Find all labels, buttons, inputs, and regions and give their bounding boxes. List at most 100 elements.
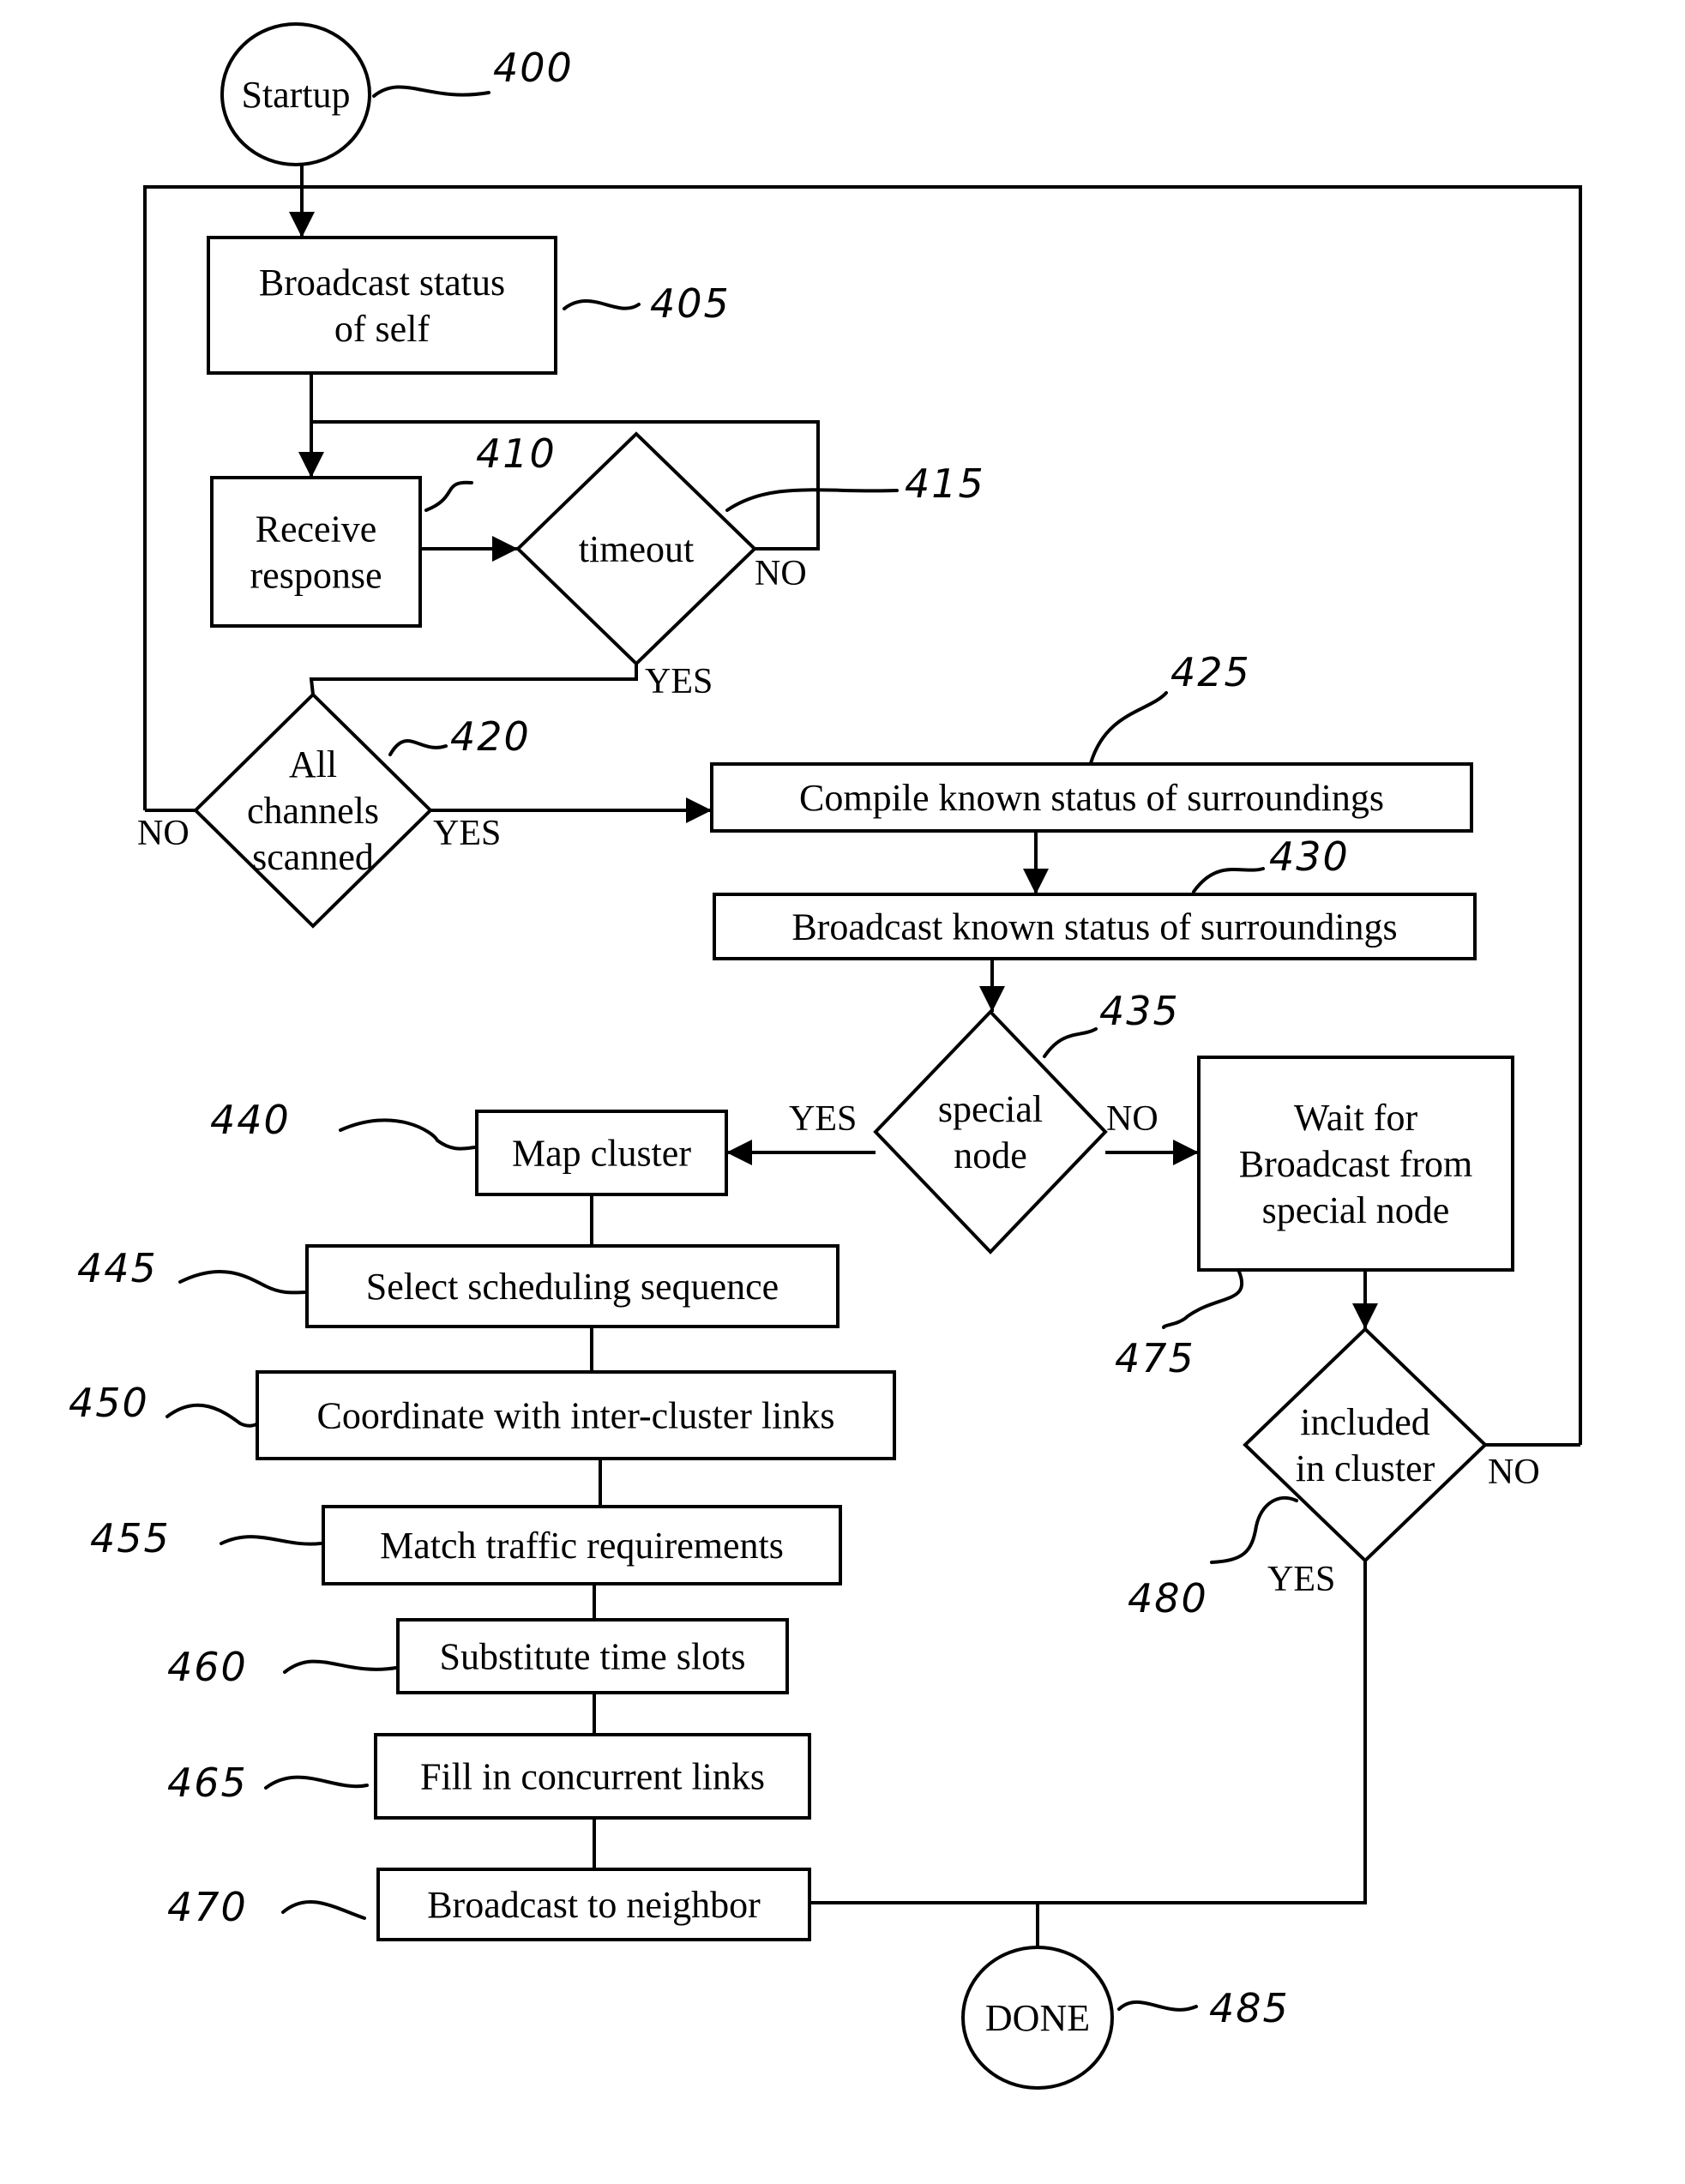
node-coordinate-links: Coordinate with inter-cluster links	[256, 1370, 896, 1460]
leader-line	[165, 1403, 259, 1428]
node-label: channels	[247, 790, 379, 832]
ref-number: 435	[1099, 988, 1180, 1034]
ref-number: 450	[69, 1380, 149, 1426]
ref-number: 425	[1170, 649, 1251, 695]
arrowhead-icon	[686, 797, 712, 823]
leader-line	[1192, 867, 1265, 893]
ref-numeral-430: 430	[1192, 833, 1350, 893]
ref-number: 415	[905, 460, 985, 507]
arrowhead-icon	[492, 536, 518, 562]
node-label: All	[289, 743, 337, 785]
node-label: Compile known status of surroundings	[799, 777, 1384, 819]
node-startup: Startup	[220, 22, 371, 166]
node-label: timeout	[579, 528, 694, 570]
ref-numeral-400: 400	[372, 45, 574, 98]
leader-line	[283, 1659, 398, 1674]
branch-label-included-yes: YES	[1267, 1560, 1335, 1599]
ref-number: 465	[167, 1760, 248, 1806]
leader-line	[372, 85, 490, 98]
node-label: DONE	[985, 1997, 1090, 2039]
node-label: Match traffic requirements	[380, 1525, 784, 1567]
node-fill-links: Fill in concurrent links	[374, 1733, 811, 1820]
node-label: Substitute time slots	[440, 1636, 746, 1678]
ref-number: 470	[167, 1884, 248, 1930]
node-receive-response: Receiveresponse	[210, 476, 422, 628]
leader-line	[339, 1118, 478, 1151]
ref-number: 455	[90, 1515, 171, 1561]
node-label: special	[938, 1088, 1043, 1130]
arrowhead-icon	[726, 1140, 752, 1165]
ref-numeral-470: 470	[167, 1884, 366, 1930]
ref-numeral-415: 415	[725, 460, 985, 512]
leader-line	[563, 299, 641, 310]
ref-number: 410	[476, 430, 557, 477]
node-broadcast-self: Broadcast statusof self	[207, 236, 557, 375]
decision-diamond	[1243, 1327, 1488, 1563]
branch-label-channels-yes: YES	[433, 814, 501, 853]
branch-label-special-no: NO	[1106, 1099, 1158, 1139]
node-select-sequence: Select scheduling sequence	[305, 1244, 839, 1328]
ref-numeral-440: 440	[210, 1097, 478, 1151]
leader-line	[1162, 1270, 1244, 1329]
node-label: Wait for	[1294, 1097, 1418, 1139]
node-label: Select scheduling sequence	[366, 1266, 779, 1308]
leader-line	[281, 1900, 366, 1920]
node-broadcast-known: Broadcast known status of surroundings	[713, 893, 1477, 960]
ref-numeral-450: 450	[69, 1380, 259, 1428]
node-wait-broadcast: Wait forBroadcast fromspecial node	[1197, 1056, 1514, 1272]
leader-line	[424, 480, 473, 512]
node-label: Receive	[256, 508, 377, 551]
flowchart-figure: Startup Broadcast statusof self Receiveres…	[69, 22, 1582, 2090]
node-label: Fill in concurrent links	[420, 1756, 765, 1798]
arrowhead-icon	[1173, 1140, 1199, 1165]
node-substitute-slots: Substitute time slots	[396, 1618, 789, 1694]
ref-numeral-425: 425	[1089, 649, 1251, 765]
node-label: Broadcast known status of surroundings	[791, 906, 1397, 948]
node-label: response	[250, 555, 382, 597]
node-special-node: specialnode	[873, 1009, 1108, 1254]
ref-numeral-485: 485	[1117, 1985, 1290, 2031]
ref-number: 445	[77, 1245, 158, 1291]
node-label: Map cluster	[512, 1133, 691, 1175]
node-label: Broadcast to neighbor	[427, 1884, 761, 1926]
ref-numeral-435: 435	[1043, 988, 1180, 1058]
arrowhead-icon	[1352, 1303, 1378, 1329]
included-yes-line	[809, 1561, 1367, 1904]
node-broadcast-neighbor: Broadcast to neighbor	[376, 1868, 811, 1941]
node-label: Startup	[241, 74, 350, 116]
node-map-cluster: Map cluster	[475, 1110, 728, 1196]
decision-diamond	[873, 1009, 1108, 1254]
timeout-yes-line	[309, 664, 638, 695]
node-all-channels: All channelsscanned	[193, 692, 433, 929]
node-label: Broadcast status	[259, 262, 505, 304]
ref-number: 475	[1115, 1335, 1195, 1381]
node-done: DONE	[961, 1946, 1114, 2090]
ref-numeral-460: 460	[167, 1644, 398, 1690]
ref-number: 420	[450, 713, 531, 760]
branch-label-channels-no: NO	[137, 814, 190, 853]
ref-numeral-445: 445	[77, 1245, 309, 1295]
node-compile-status: Compile known status of surroundings	[710, 762, 1473, 833]
ref-number: 400	[493, 45, 574, 91]
leader-line	[725, 488, 899, 512]
leader-line	[1043, 1027, 1098, 1058]
ref-numeral-475: 475	[1115, 1270, 1244, 1381]
ref-numeral-455: 455	[90, 1515, 322, 1561]
arrowhead-icon	[298, 452, 324, 478]
node-match-traffic: Match traffic requirements	[322, 1505, 842, 1585]
arrowhead-icon	[289, 212, 315, 238]
node-label: special node	[1262, 1189, 1450, 1231]
ref-number: 430	[1269, 833, 1350, 880]
ref-number: 440	[210, 1097, 291, 1143]
ref-numeral-410: 410	[424, 430, 557, 512]
ref-number: 485	[1209, 1985, 1290, 2031]
node-label: included	[1300, 1401, 1430, 1443]
process-box	[210, 476, 422, 628]
ref-numeral-465: 465	[167, 1760, 369, 1806]
leader-line	[220, 1535, 322, 1546]
node-label: in cluster	[1296, 1447, 1435, 1489]
branch-label-timeout-yes: YES	[645, 662, 713, 701]
ref-number: 480	[1128, 1575, 1208, 1621]
node-label: node	[954, 1134, 1027, 1176]
leader-line	[1210, 1495, 1298, 1564]
